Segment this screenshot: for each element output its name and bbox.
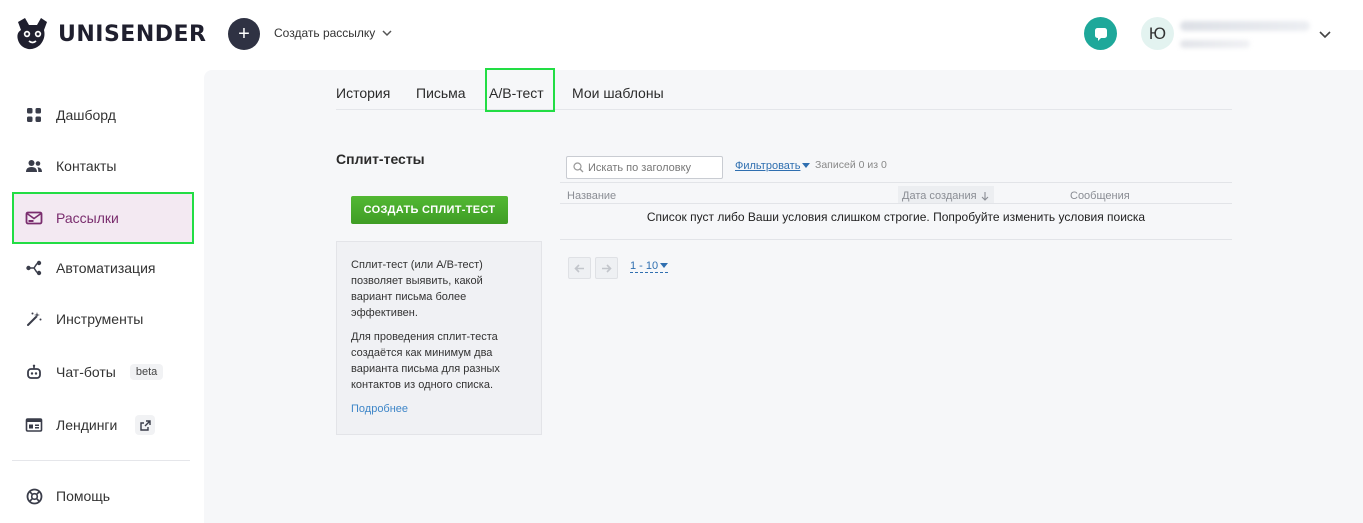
user-avatar[interactable]: Ю [1141,17,1174,50]
column-messages[interactable]: Сообщения [1070,190,1130,202]
create-split-test-button[interactable]: СОЗДАТЬ СПЛИТ-ТЕСТ [351,196,508,224]
sidebar-item-label: Дашборд [56,107,116,123]
sidebar-item-tools[interactable]: Инструменты [12,294,192,344]
plus-icon: + [238,23,250,45]
sidebar-item-landings[interactable]: Лендинги [12,400,192,450]
sidebar-item-chatbots[interactable]: Чат-боты beta [12,347,192,397]
avatar-letter: Ю [1148,23,1167,43]
top-header: UNISENDER + Создать рассылку Ю [0,0,1363,70]
prev-page-button[interactable] [568,257,591,279]
search-placeholder: Искать по заголовку [588,161,692,174]
user-email-blurred [1180,21,1310,31]
sidebar-item-label: Лендинги [56,417,118,433]
info-paragraph-1: Сплит-тест (или A/B-тест) позволяет выяв… [351,259,483,319]
search-input[interactable]: Искать по заголовку [566,156,723,179]
user-plan-blurred [1180,40,1250,48]
page-size-dropdown[interactable]: 1 - 10 [630,260,669,273]
sidebar-item-help[interactable]: Помощь [12,471,192,521]
contacts-icon [24,156,44,176]
landing-icon [24,415,44,435]
sidebar-item-label: Автоматизация [56,260,156,276]
split-test-info-box: Сплит-тест (или A/B-тест) позволяет выяв… [336,241,542,435]
sidebar-item-contacts[interactable]: Контакты [12,141,192,191]
create-campaign-dropdown[interactable]: Создать рассылку [274,26,393,40]
table-header: Название Дата создания Сообщения [560,182,1232,204]
sidebar-item-label: Помощь [56,488,111,504]
create-campaign-label: Создать рассылку [274,26,376,40]
sidebar-item-label: Инструменты [56,311,144,327]
external-link-icon[interactable] [135,415,156,435]
page-title: Сплит-тесты [336,151,425,167]
campaign-tabs: История Письма A/B-тест Мои шаблоны [336,68,1232,112]
beta-badge: beta [129,364,164,380]
column-name[interactable]: Название [567,190,616,202]
bot-icon [24,362,44,382]
sidebar: Дашборд Контакты Рассылки Автоматизация … [0,70,204,523]
main-content: История Письма A/B-тест Мои шаблоны Спли… [204,68,1363,523]
automation-icon [24,258,44,278]
sidebar-item-label: Контакты [56,158,117,174]
logo[interactable]: UNISENDER [12,16,206,52]
active-tab-highlight [485,68,555,112]
sidebar-divider [12,460,190,461]
brand-name: UNISENDER [58,21,207,47]
dashboard-icon [24,105,44,125]
sort-arrow-down-icon [981,191,988,201]
filter-label: Фильтровать [735,160,801,172]
page-range-label: 1 - 10 [630,260,659,272]
chat-icon [1094,27,1107,41]
column-created-date[interactable]: Дата создания [902,190,989,202]
user-account-info[interactable] [1180,18,1315,50]
create-campaign-button[interactable]: + [228,18,260,50]
column-created-date-label: Дата создания [902,190,977,202]
arrow-left-icon [574,263,584,273]
tab-my-templates[interactable]: Мои шаблоны [572,85,664,101]
caret-down-icon [802,163,811,168]
support-chat-button[interactable] [1084,17,1117,50]
arrow-right-icon [602,263,612,273]
search-icon [573,162,584,173]
sidebar-item-automation[interactable]: Автоматизация [12,243,192,293]
help-icon [24,486,44,506]
dog-logo-icon [17,18,47,50]
tab-letters[interactable]: Письма [416,85,466,101]
empty-list-message: Список пуст либо Ваши условия слишком ст… [560,205,1232,240]
info-paragraph-2: Для проведения сплит-теста создаётся как… [351,331,500,391]
caret-down-icon [660,263,669,268]
account-chevron-down-icon[interactable] [1318,27,1332,41]
next-page-button[interactable] [595,257,618,279]
records-count: Записей 0 из 0 [815,159,887,171]
filter-dropdown[interactable]: Фильтровать [735,160,811,172]
magic-wand-icon [24,309,44,329]
sidebar-item-label: Чат-боты [56,364,116,380]
active-nav-highlight [12,192,194,244]
sidebar-item-dashboard[interactable]: Дашборд [12,90,192,140]
learn-more-link[interactable]: Подробнее [351,403,408,415]
tab-history[interactable]: История [336,85,390,101]
chevron-down-icon [382,30,392,37]
